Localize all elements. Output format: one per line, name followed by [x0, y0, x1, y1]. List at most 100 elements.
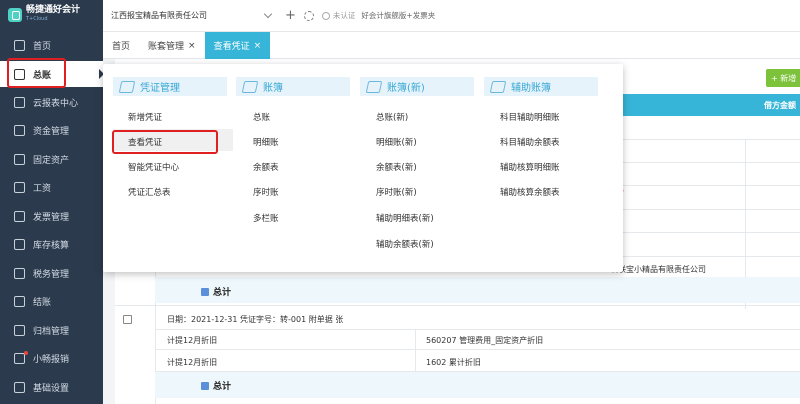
menu-item-smart-voucher[interactable]: 智能凭证中心	[128, 161, 179, 173]
sidebar-item-archive[interactable]: 归档管理	[0, 317, 103, 343]
sidebar-item-label: 归档管理	[33, 326, 70, 337]
tab-bar: 首页 账套管理 × 查看凭证 ×	[103, 32, 800, 59]
entry-account: 560207 管理费用_固定资产折旧	[426, 336, 544, 345]
sidebar-item-funds[interactable]: 资金管理	[0, 117, 103, 143]
sidebar-item-fixed-assets[interactable]: 固定资产	[0, 146, 103, 172]
sidebar-item-home[interactable]: 首页	[0, 32, 103, 58]
voucher-icon	[118, 80, 136, 93]
menu-item-general-ledger-new[interactable]: 总账(新)	[376, 111, 408, 123]
brand: 畅捷通好会计 T+Cloud	[0, 0, 103, 30]
voucher-checkbox[interactable]	[123, 315, 132, 324]
menu-item-balance-sheet[interactable]: 余额表	[253, 161, 279, 173]
menu-column-title: 账簿	[263, 83, 283, 94]
tab-view-voucher[interactable]: 查看凭证 ×	[204, 32, 271, 59]
sidebar-item-invoice[interactable]: 发票管理	[0, 203, 103, 229]
menu-column-title: 辅助账簿	[511, 83, 551, 94]
sidebar-item-label: 工资	[33, 183, 52, 194]
total-row	[155, 372, 800, 398]
close-icon[interactable]: ×	[188, 41, 196, 51]
total-label: 总计	[201, 379, 231, 392]
sidebar-item-label: 税务管理	[33, 269, 70, 280]
add-voucher-button[interactable]: + 新增	[766, 69, 800, 87]
sidebar-item-inventory[interactable]: 库存核算	[0, 231, 103, 257]
voucher-meta: 日期：2021-12-31 凭证字号：转-001 附单据 张	[167, 315, 344, 324]
brand-logo-icon	[8, 8, 22, 22]
menu-column-aux-header: 辅助账簿	[484, 77, 598, 96]
money-icon	[14, 124, 25, 136]
column-divider	[415, 329, 416, 373]
reimburse-icon	[14, 352, 25, 364]
company-selector[interactable]: 江西报宝精品有限责任公司	[111, 9, 273, 21]
total-label: 总计	[201, 285, 231, 298]
entry-account: 1602 累计折旧	[426, 358, 481, 367]
row-divider	[155, 349, 800, 350]
menu-item-aux-detail-new[interactable]: 辅助明细表(新)	[376, 212, 434, 224]
sidebar-item-label: 首页	[33, 41, 52, 52]
sidebar-item-label: 资金管理	[33, 126, 70, 137]
settings-icon	[14, 381, 25, 393]
cert-label: 未认证	[332, 11, 356, 20]
notification-dot	[24, 351, 28, 355]
menu-column-books-header: 账簿	[236, 77, 350, 96]
menu-item-subject-aux-detail[interactable]: 科目辅助明细账	[500, 111, 560, 123]
menu-item-detail-ledger[interactable]: 明细账	[253, 136, 279, 148]
tab-label: 查看凭证	[213, 42, 250, 52]
sidebar-item-salary[interactable]: 工资	[0, 174, 103, 200]
gear-icon[interactable]	[303, 10, 314, 21]
menu-item-detail-ledger-new[interactable]: 明细账(新)	[376, 136, 417, 148]
sidebar-item-label: 结账	[33, 297, 52, 308]
menu-item-general-ledger[interactable]: 总账	[253, 111, 270, 123]
archive-icon	[14, 324, 25, 336]
total-row	[155, 277, 800, 303]
brand-sub: T+Cloud	[26, 16, 48, 22]
sidebar-item-label: 发票管理	[33, 212, 70, 223]
sidebar-item-report-center[interactable]: 云报表中心	[0, 89, 103, 115]
column-debit: 借方金额	[764, 101, 796, 110]
highlight-box-ledger	[7, 58, 66, 88]
row-divider	[115, 305, 800, 306]
menu-item-aux-balance-new[interactable]: 辅助余额表(新)	[376, 238, 434, 250]
tab-label: 首页	[112, 42, 131, 52]
menu-item-voucher-summary[interactable]: 凭证汇总表	[128, 186, 171, 198]
company-name: 江西报宝精品有限责任公司	[111, 11, 207, 20]
sidebar-item-reimburse[interactable]: 小畅报销	[0, 345, 103, 371]
invoice-icon	[14, 210, 25, 222]
home-icon	[14, 39, 25, 51]
highlight-box-view-voucher	[112, 130, 218, 154]
menu-item-subject-aux-balance[interactable]: 科目辅助余额表	[500, 136, 560, 148]
assets-icon	[14, 153, 25, 165]
total-text: 总计	[213, 288, 232, 298]
sidebar-item-label: 小畅报销	[33, 354, 70, 365]
sum-icon	[201, 381, 209, 390]
tab-account-set[interactable]: 账套管理 ×	[139, 32, 205, 59]
menu-column-books-new-header: 账簿(新)	[360, 77, 474, 96]
sidebar-item-tax[interactable]: 税务管理	[0, 260, 103, 286]
menu-column-title: 账簿(新)	[387, 83, 425, 94]
sidebar-item-settings[interactable]: 基础设置	[0, 374, 103, 400]
menu-item-balance-sheet-new[interactable]: 余额表(新)	[376, 161, 417, 173]
menu-item-new-voucher[interactable]: 新增凭证	[128, 111, 162, 123]
company-text-partial: 圳联宝小精品有限责任公司	[610, 265, 706, 274]
chart-icon	[14, 96, 25, 108]
closing-icon	[14, 295, 25, 307]
menu-item-aux-accounting-detail[interactable]: 辅助核算明细账	[500, 161, 560, 173]
menu-item-journal-new[interactable]: 序时账(新)	[376, 186, 417, 198]
add-icon[interactable]: +	[285, 8, 296, 23]
tab-home[interactable]: 首页	[103, 32, 139, 59]
tax-icon	[14, 267, 25, 279]
cert-status[interactable]: 未认证	[321, 10, 356, 21]
total-text: 总计	[213, 382, 232, 392]
menu-column-voucher-header: 凭证管理	[113, 77, 227, 96]
menu-item-multi-column[interactable]: 多栏账	[253, 212, 279, 224]
inventory-icon	[14, 238, 25, 250]
close-icon[interactable]: ×	[254, 41, 262, 51]
sidebar-item-label: 云报表中心	[33, 98, 79, 109]
menu-item-aux-accounting-balance[interactable]: 辅助核算余额表	[500, 186, 560, 198]
sidebar-item-closing[interactable]: 结账	[0, 288, 103, 314]
menu-item-journal[interactable]: 序时账	[253, 186, 279, 198]
aux-book-icon	[489, 80, 507, 93]
menu-column-title: 凭证管理	[140, 83, 180, 94]
sidebar-item-label: 库存核算	[33, 240, 70, 251]
brand-name: 畅捷通好会计	[26, 5, 81, 15]
entry-summary: 计提12月折旧	[167, 358, 218, 367]
